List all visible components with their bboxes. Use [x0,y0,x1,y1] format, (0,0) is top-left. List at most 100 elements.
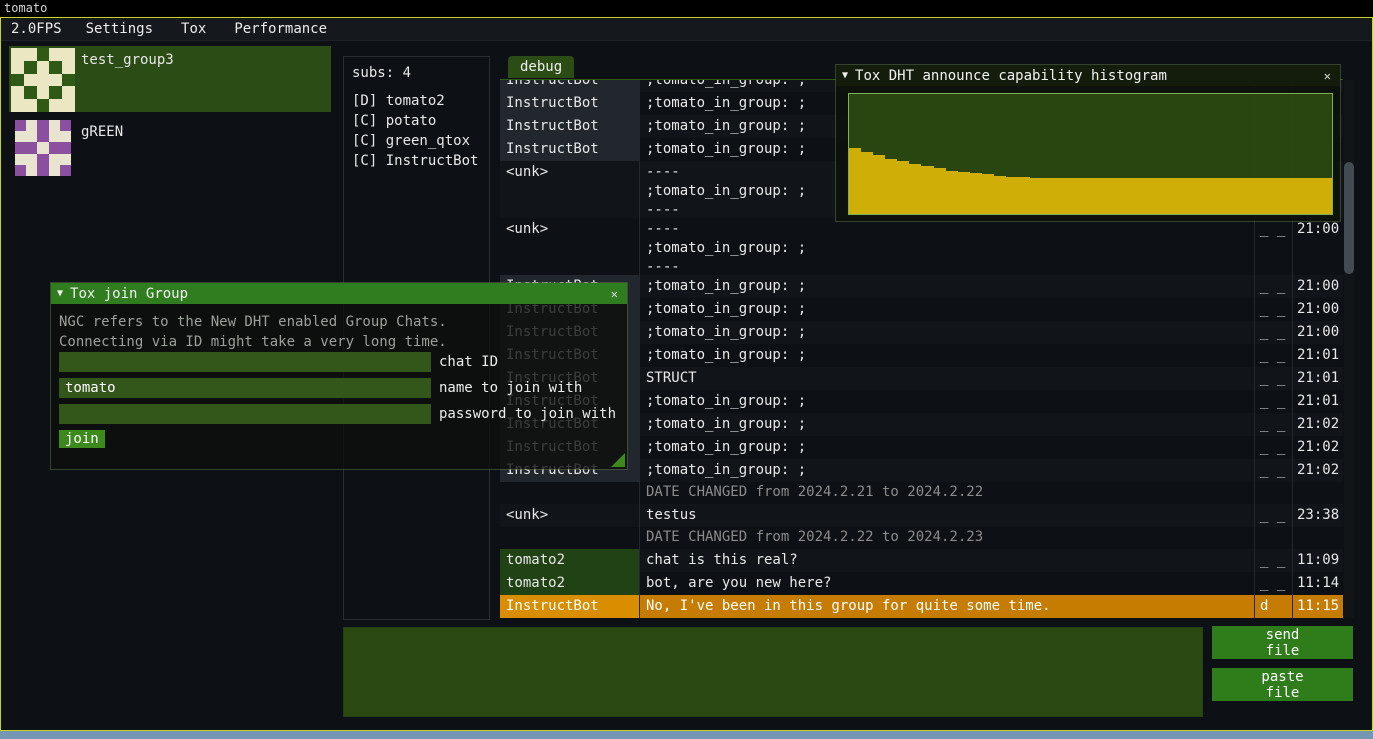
message-status [1255,482,1293,504]
send-file-button[interactable]: send file [1212,626,1353,659]
message-time: 21:00 [1293,218,1343,275]
histogram-bar [1248,178,1260,214]
group-name: test_group3 [81,52,174,68]
dht-histogram-titlebar[interactable]: ▼ Tox DHT announce capability histogram … [836,65,1340,86]
histogram-bar [1115,178,1127,214]
message-status: _ _ [1255,459,1293,482]
histogram-bar [1187,178,1199,214]
join-input-password[interactable] [59,404,431,424]
histogram-bar [946,171,958,214]
join-group-titlebar[interactable]: ▼ Tox join Group ✕ [51,283,627,304]
message-text: DATE CHANGED from 2024.2.21 to 2024.2.22 [640,482,1255,504]
members-count-header: subs: 4 [344,57,489,81]
message-time: 21:01 [1293,390,1343,413]
collapse-arrow-icon[interactable]: ▼ [842,70,848,81]
resize-grip[interactable] [611,453,625,467]
join-input-name[interactable] [59,378,431,398]
join-field-label: chat ID [439,354,498,370]
message-text: ----;tomato_in_group: ;---- [640,218,1255,275]
sender-name: InstructBot [500,80,640,92]
avatar [9,118,81,176]
dht-histogram-window: ▼ Tox DHT announce capability histogram … [835,64,1341,222]
chat-message-row[interactable]: <unk>----;tomato_in_group: ;----_ _21:00 [500,218,1343,275]
histogram-bar [994,176,1006,214]
sender-name: <unk> [500,161,640,218]
histogram-bar [1260,178,1272,214]
message-time: 21:00 [1293,298,1343,321]
sender-name: InstructBot [500,138,640,161]
message-status: _ _ [1255,549,1293,572]
menu-item-performance[interactable]: Performance [220,21,341,37]
chat-message-row[interactable]: InstructBotNo, I've been in this group f… [500,595,1343,618]
chat-message-row[interactable]: <unk>testus_ _23:38 [500,504,1343,527]
member-list: [D] tomato2[C] potato[C] green_qtox[C] I… [344,93,489,173]
close-icon[interactable]: ✕ [1321,69,1334,83]
join-group-body: NGC refers to the New DHT enabled Group … [51,304,627,469]
message-status: _ _ [1255,367,1293,390]
message-text: ;tomato_in_group: ; [640,413,1255,436]
sender-name: <unk> [500,218,640,275]
histogram-bar [1199,178,1211,214]
tab-debug[interactable]: debug [508,56,574,78]
collapse-arrow-icon[interactable]: ▼ [57,288,63,299]
message-text: ;tomato_in_group: ; [640,344,1255,367]
message-time: 21:00 [1293,321,1343,344]
message-status [1255,527,1293,549]
join-info-line: Connecting via ID might take a very long… [59,332,619,352]
join-fields: chat ID name to join with password to join… [59,352,619,424]
message-text: STRUCT [640,367,1255,390]
message-time: 11:14 [1293,572,1343,595]
message-time: 11:15 [1293,595,1343,618]
histogram-plot [848,93,1333,215]
histogram-bar [1223,178,1235,214]
message-time: 21:01 [1293,367,1343,390]
message-text: ;tomato_in_group: ; [640,390,1255,413]
join-field-row: name to join with [59,378,619,398]
bottom-edge-strip [0,731,1373,739]
histogram-bar [1139,178,1151,214]
message-status: _ _ [1255,572,1293,595]
member-item[interactable]: [C] potato [344,113,489,133]
chat-scrollbar-track [1344,80,1354,618]
message-status: _ _ [1255,413,1293,436]
histogram-bar [1175,178,1187,214]
chat-scrollbar-thumb[interactable] [1344,162,1354,274]
message-status: _ _ [1255,298,1293,321]
dht-histogram-title: Tox DHT announce capability histogram [855,68,1167,84]
message-input[interactable] [343,627,1203,717]
join-field-label: password to join with [439,406,616,422]
histogram-bar [1308,178,1320,214]
histogram-bar [970,173,982,214]
close-icon[interactable]: ✕ [608,287,621,301]
histogram-bar [1018,177,1030,214]
member-item[interactable]: [C] InstructBot [344,153,489,173]
menu-item-tox[interactable]: Tox [167,21,220,37]
group-item-gREEN[interactable]: gREEN [9,118,331,180]
dht-histogram-body [836,86,1340,221]
menu-item-settings[interactable]: Settings [72,21,167,37]
message-text: ;tomato_in_group: ; [640,436,1255,459]
histogram-bar [1320,178,1332,214]
paste-file-button[interactable]: paste file [1212,668,1353,701]
join-button[interactable]: join [59,430,105,448]
histogram-bar [1030,178,1042,214]
chat-message-row[interactable]: tomato2chat is this real?_ _11:09 [500,549,1343,572]
histogram-bar [1211,178,1223,214]
histogram-bar [1163,178,1175,214]
histogram-bar [1103,178,1115,214]
join-input-chat-id[interactable] [59,352,431,372]
member-item[interactable]: [C] green_qtox [344,133,489,153]
message-text: No, I've been in this group for quite so… [640,595,1255,618]
message-status: _ _ [1255,275,1293,298]
sender-name: InstructBot [500,595,640,618]
message-text: ;tomato_in_group: ; [640,459,1255,482]
member-item[interactable]: [D] tomato2 [344,93,489,113]
avatar [9,46,81,112]
group-item-test_group3[interactable]: test_group3 [9,46,331,112]
message-status: _ _ [1255,504,1293,527]
group-name: gREEN [81,124,123,140]
message-status: _ _ [1255,390,1293,413]
join-field-label: name to join with [439,380,582,396]
histogram-bar [1236,178,1248,214]
chat-message-row[interactable]: tomato2bot, are you new here?_ _11:14 [500,572,1343,595]
